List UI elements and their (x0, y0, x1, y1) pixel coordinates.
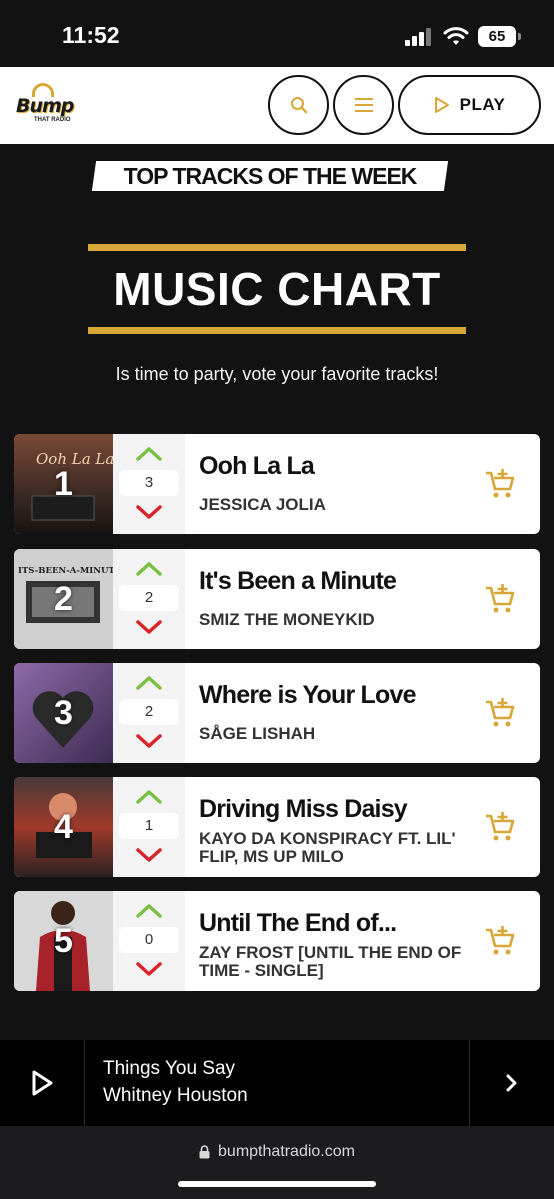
upvote-chevron-icon[interactable] (135, 787, 163, 807)
track-artist: SÅGE LISHAH (199, 724, 316, 743)
now-playing-title: Things You Say (103, 1058, 236, 1079)
vote-count: 2 (119, 699, 179, 725)
track-artist: JESSICA JOLIA (199, 495, 326, 514)
hamburger-icon (354, 98, 373, 112)
now-playing-bar: Things You Say Whitney Houston (0, 1040, 554, 1126)
play-label: PLAY (459, 95, 506, 114)
add-to-cart-icon[interactable] (484, 697, 516, 729)
downvote-chevron-icon[interactable] (135, 845, 163, 865)
track-row: 5 0 Until The End of... ZAY FROST [UNTIL… (14, 891, 540, 991)
vote-control: 1 (113, 777, 185, 877)
track-title[interactable]: It's Been a Minute (199, 567, 479, 596)
track-artist: SMIZ THE MONEYKID (199, 610, 375, 629)
site-logo[interactable]: Bump THAT RADIO (14, 83, 80, 129)
top-tracks-tag-text: TOP TRACKS OF THE WEEK (123, 163, 418, 189)
downvote-chevron-icon[interactable] (135, 959, 163, 979)
search-button[interactable] (268, 75, 329, 135)
logo-text: Bump (16, 95, 74, 117)
title-divider-top (88, 244, 466, 251)
status-bar: 11:52 65 (0, 0, 554, 67)
rank-number: 1 (54, 465, 73, 503)
downvote-chevron-icon[interactable] (135, 502, 163, 522)
upvote-chevron-icon[interactable] (135, 559, 163, 579)
play-button[interactable]: PLAY (398, 75, 541, 135)
status-time: 11:52 (62, 22, 120, 48)
track-artist: ZAY FROST [UNTIL THE END OF TIME - SINGL… (199, 943, 462, 980)
wifi-icon (443, 27, 469, 45)
add-to-cart-icon[interactable] (484, 468, 516, 500)
track-row: Ooh La La 1 3 Ooh La La JESSICA JOLIA (14, 434, 540, 534)
battery-indicator: 65 (478, 26, 521, 47)
signal-icon (405, 28, 433, 46)
add-to-cart-icon[interactable] (484, 811, 516, 843)
lock-icon (199, 1145, 210, 1159)
add-to-cart-icon[interactable] (484, 925, 516, 957)
track-row: ITS-BEEN-A-MINUTE 2 2 It's Been a Minute… (14, 549, 540, 649)
upvote-chevron-icon[interactable] (135, 444, 163, 464)
track-artist: KAYO DA KONSPIRACY FT. LIL' FLIP, MS UP … (199, 829, 456, 866)
page-title: MUSIC CHART (113, 263, 441, 315)
browser-url-bar[interactable]: bumpthatradio.com (0, 1126, 554, 1199)
downvote-chevron-icon[interactable] (135, 731, 163, 751)
vote-count: 1 (119, 813, 179, 839)
rank-number: 3 (54, 694, 73, 732)
title-divider-bottom (88, 327, 466, 334)
add-to-cart-icon[interactable] (484, 583, 516, 615)
search-icon (290, 97, 307, 114)
vote-control: 2 (113, 663, 185, 763)
track-title[interactable]: Where is Your Love (199, 681, 479, 710)
rank-number: 4 (54, 808, 73, 846)
chevron-right-icon (506, 1074, 517, 1092)
page-subtitle: Is time to party, vote your favorite tra… (115, 364, 439, 384)
player-expand-button[interactable] (469, 1040, 554, 1126)
now-playing-artist: Whitney Houston (103, 1085, 248, 1106)
home-indicator (178, 1181, 376, 1187)
track-title[interactable]: Until The End of... (199, 909, 479, 938)
url-text: bumpthatradio.com (218, 1143, 355, 1160)
vote-count: 0 (119, 927, 179, 953)
menu-button[interactable] (333, 75, 394, 135)
track-title[interactable]: Ooh La La (199, 452, 479, 481)
vote-control: 3 (113, 434, 185, 534)
upvote-chevron-icon[interactable] (135, 901, 163, 921)
vote-control: 0 (113, 891, 185, 991)
player-play-button[interactable] (0, 1040, 85, 1126)
rank-number: 2 (54, 580, 73, 618)
url-display[interactable]: bumpthatradio.com (0, 1143, 554, 1161)
track-row: 4 1 Driving Miss Daisy KAYO DA KONSPIRAC… (14, 777, 540, 877)
rank-number: 5 (54, 922, 73, 960)
vote-control: 2 (113, 549, 185, 649)
vote-count: 2 (119, 585, 179, 611)
top-tracks-tag: TOP TRACKS OF THE WEEK (91, 161, 449, 191)
play-icon (32, 1070, 53, 1096)
logo-subtext: THAT RADIO (34, 117, 71, 123)
play-icon (434, 97, 449, 113)
downvote-chevron-icon[interactable] (135, 617, 163, 637)
track-row: 3 2 Where is Your Love SÅGE LISHAH (14, 663, 540, 763)
vote-count: 3 (119, 470, 179, 496)
track-title[interactable]: Driving Miss Daisy (199, 795, 479, 824)
site-header: Bump THAT RADIO PLAY (0, 67, 554, 144)
upvote-chevron-icon[interactable] (135, 673, 163, 693)
